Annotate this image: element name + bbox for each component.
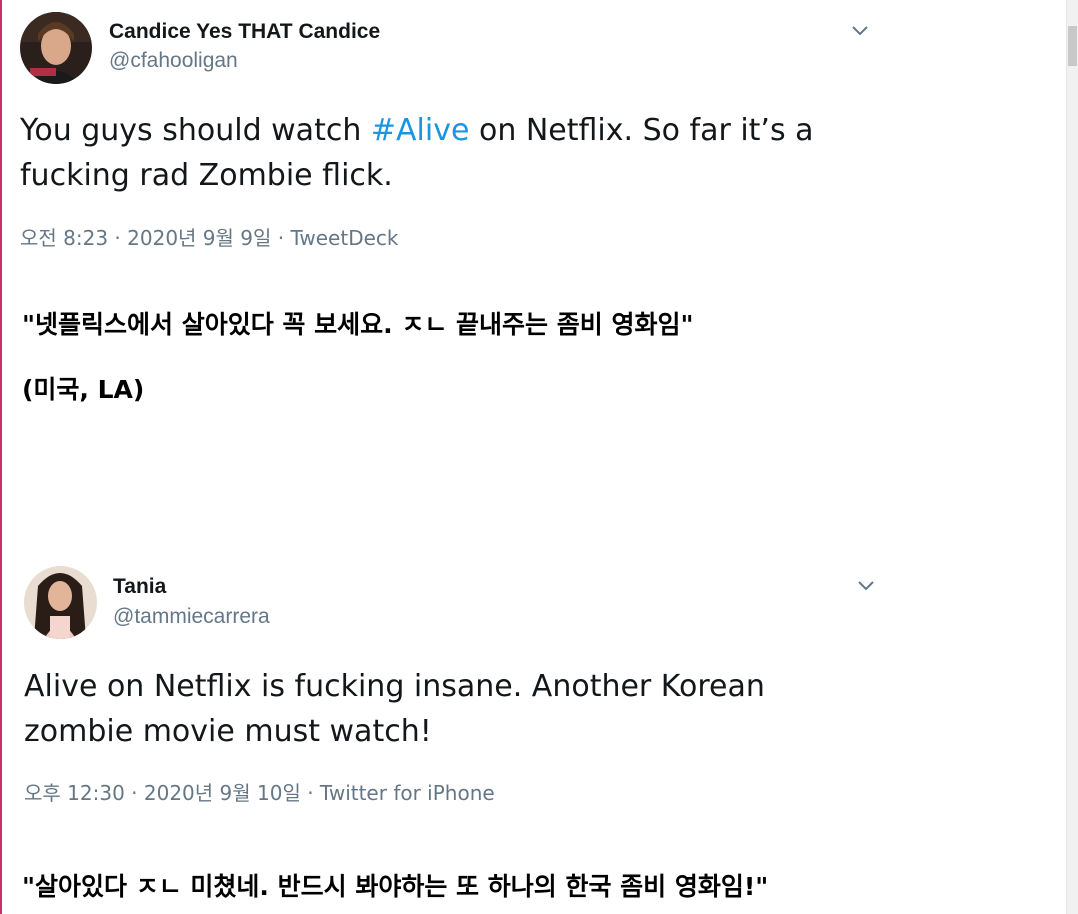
tweet-text: You guys should watch #Alive on Netflix.…	[20, 108, 920, 198]
korean-translation: "살아있다 ㅈㄴ 미쳤네. 반드시 봐야하는 또 하나의 한국 좀비 영화임!"	[22, 872, 769, 901]
chevron-down-icon[interactable]	[849, 22, 871, 38]
avatar-photo-icon	[24, 566, 97, 639]
avatar-photo-icon	[20, 12, 92, 84]
hashtag-link[interactable]: #Alive	[371, 113, 470, 148]
chevron-down-icon[interactable]	[855, 577, 877, 593]
tweet-text-part: You guys should watch	[20, 113, 371, 148]
location-caption: (미국, LA)	[22, 375, 145, 404]
user-handle[interactable]: @cfahooligan	[109, 49, 238, 73]
user-handle[interactable]: @tammiecarrera	[113, 605, 270, 629]
tweet-1: Candice Yes THAT Candice @cfahooligan Yo…	[0, 0, 1060, 420]
display-name[interactable]: Candice Yes THAT Candice	[109, 20, 380, 44]
avatar[interactable]	[24, 566, 97, 639]
tweet-timestamp[interactable]: 오후 12:30 · 2020년 9월 10일 · Twitter for iP…	[24, 777, 495, 806]
tweet-timestamp[interactable]: 오전 8:23 · 2020년 9월 9일 · TweetDeck	[20, 222, 398, 251]
vertical-scrollbar[interactable]	[1066, 0, 1078, 914]
tweet-text: Alive on Netflix is fucking insane. Anot…	[24, 669, 765, 749]
scrollbar-thumb[interactable]	[1068, 26, 1077, 66]
tweet-2: Tania @tammiecarrera Alive on Netflix is…	[0, 560, 1060, 914]
display-name[interactable]: Tania	[113, 575, 166, 599]
korean-translation: "넷플릭스에서 살아있다 꼭 보세요. ㅈㄴ 끝내주는 좀비 영화임"	[22, 310, 694, 339]
avatar[interactable]	[20, 12, 92, 84]
